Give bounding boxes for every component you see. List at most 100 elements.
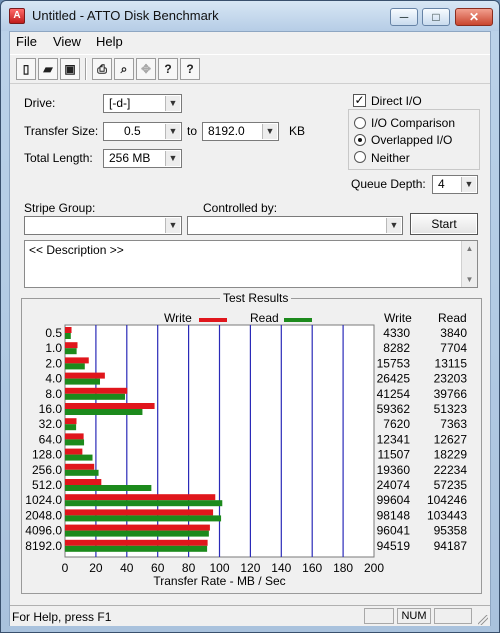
test-results-group: Test Results Write Read Write Read 0 20 40… xyxy=(21,291,482,594)
to-label: to xyxy=(187,124,198,138)
read-value: 12627 xyxy=(434,432,468,446)
write-value: 94519 xyxy=(377,539,411,553)
chevron-down-icon: ▼ xyxy=(165,124,180,139)
read-value: 13115 xyxy=(435,356,468,370)
read-value: 22234 xyxy=(434,463,468,477)
read-value: 7704 xyxy=(440,341,467,355)
start-button[interactable]: Start xyxy=(410,213,478,235)
x-tick-label: 0 xyxy=(62,561,69,575)
print-preview-icon[interactable]: ⌕ xyxy=(114,58,134,80)
drive-select[interactable]: [-d-] ▼ xyxy=(103,94,182,113)
total-length-value: 256 MB xyxy=(109,151,151,165)
help-icon[interactable]: ? xyxy=(158,58,178,80)
write-value: 98148 xyxy=(377,508,411,522)
client-area: File View Help ▯ ▰ ▣ ⎙ ⌕ ✥ ? ? Drive: [-… xyxy=(9,31,491,626)
status-panel-caps xyxy=(364,608,394,624)
read-bar xyxy=(65,348,77,355)
x-tick-label: 180 xyxy=(333,561,353,575)
read-value: 94187 xyxy=(434,539,468,553)
scroll-up-icon[interactable]: ▲ xyxy=(465,244,474,253)
x-tick-label: 160 xyxy=(302,561,322,575)
open-folder-icon[interactable]: ▰ xyxy=(38,58,58,80)
scroll-down-icon[interactable]: ▼ xyxy=(465,275,474,284)
write-bar xyxy=(65,327,72,333)
description-scrollbar[interactable]: ▲ ▼ xyxy=(461,241,477,287)
chevron-down-icon: ▼ xyxy=(165,218,180,233)
x-tick-label: 140 xyxy=(271,561,291,575)
legend-write-swatch xyxy=(199,318,227,322)
move-icon[interactable]: ✥ xyxy=(136,58,156,80)
chevron-down-icon: ▼ xyxy=(461,177,476,192)
resize-grip-icon[interactable] xyxy=(478,615,488,625)
write-bar xyxy=(65,524,210,531)
menu-view[interactable]: View xyxy=(51,34,83,49)
write-value: 4330 xyxy=(383,326,410,340)
category-label: 2048.0 xyxy=(25,508,62,522)
write-bar xyxy=(65,509,214,516)
controlled-by-select[interactable]: ▼ xyxy=(187,216,403,235)
category-label: 4096.0 xyxy=(25,524,62,538)
new-icon[interactable]: ▯ xyxy=(16,58,36,80)
write-bar xyxy=(65,357,89,364)
context-help-icon[interactable]: ? xyxy=(180,58,200,80)
menu-help[interactable]: Help xyxy=(94,34,125,49)
total-length-select[interactable]: 256 MB ▼ xyxy=(103,149,182,168)
category-label: 8.0 xyxy=(45,387,62,401)
write-bar xyxy=(65,403,155,409)
menu-bar: File View Help xyxy=(10,32,490,52)
legend-write-label: Write xyxy=(164,311,192,325)
x-tick-label: 20 xyxy=(89,561,103,575)
write-value: 8282 xyxy=(383,341,410,355)
read-bar xyxy=(65,393,125,400)
read-value: 95358 xyxy=(434,524,468,538)
menu-file[interactable]: File xyxy=(14,34,39,49)
write-value: 12341 xyxy=(377,432,411,446)
save-icon[interactable]: ▣ xyxy=(60,58,80,80)
print-icon[interactable]: ⎙ xyxy=(92,58,112,80)
category-label: 512.0 xyxy=(32,478,62,492)
close-button[interactable]: ✕ xyxy=(455,8,493,26)
status-panel-scrl xyxy=(434,608,472,624)
read-value: 103443 xyxy=(427,508,467,522)
window-title: Untitled - ATTO Disk Benchmark xyxy=(32,8,219,23)
read-bar xyxy=(65,500,223,507)
category-label: 64.0 xyxy=(39,432,63,446)
read-value: 7363 xyxy=(440,417,467,431)
total-length-label: Total Length: xyxy=(24,151,93,165)
description-textarea[interactable]: << Description >> ▲ ▼ xyxy=(24,240,478,288)
write-bar xyxy=(65,494,216,501)
write-bar xyxy=(65,372,105,379)
write-bar xyxy=(65,387,128,394)
transfer-size-to-select[interactable]: 8192.0 ▼ xyxy=(202,122,279,141)
maximize-button[interactable]: □ xyxy=(422,8,450,26)
x-tick-label: 40 xyxy=(120,561,134,575)
write-bar xyxy=(65,418,77,425)
read-value: 57235 xyxy=(434,478,468,492)
stripe-group-label: Stripe Group: xyxy=(24,201,96,215)
chevron-down-icon: ▼ xyxy=(165,151,180,166)
read-bar xyxy=(65,530,209,537)
x-tick-label: 60 xyxy=(151,561,165,575)
stripe-group-select[interactable]: ▼ xyxy=(24,216,182,235)
title-bar[interactable]: A Untitled - ATTO Disk Benchmark ─ □ ✕ xyxy=(1,1,499,31)
write-value: 7620 xyxy=(383,417,410,431)
chevron-down-icon: ▼ xyxy=(262,124,277,139)
x-axis-label: Transfer Rate - MB / Sec xyxy=(153,574,285,588)
io-comparison-radio[interactable] xyxy=(354,117,366,129)
status-bar: For Help, press F1 NUM xyxy=(10,605,490,626)
read-value: 3840 xyxy=(440,326,467,340)
transfer-size-from-select[interactable]: 0.5 ▼ xyxy=(103,122,182,141)
write-bar xyxy=(65,479,102,485)
write-bar xyxy=(65,448,83,455)
status-panel-num: NUM xyxy=(397,608,431,624)
write-value: 96041 xyxy=(377,524,411,538)
overlapped-io-label: Overlapped I/O xyxy=(371,133,453,147)
neither-radio[interactable] xyxy=(354,151,366,163)
write-bar xyxy=(65,463,95,470)
overlapped-io-radio[interactable] xyxy=(354,134,366,146)
minimize-button[interactable]: ─ xyxy=(390,8,418,26)
queue-depth-select[interactable]: 4 ▼ xyxy=(432,175,478,194)
write-value: 19360 xyxy=(377,463,411,477)
description-text: << Description >> xyxy=(29,243,124,257)
direct-io-checkbox[interactable]: ✓ xyxy=(353,94,366,107)
